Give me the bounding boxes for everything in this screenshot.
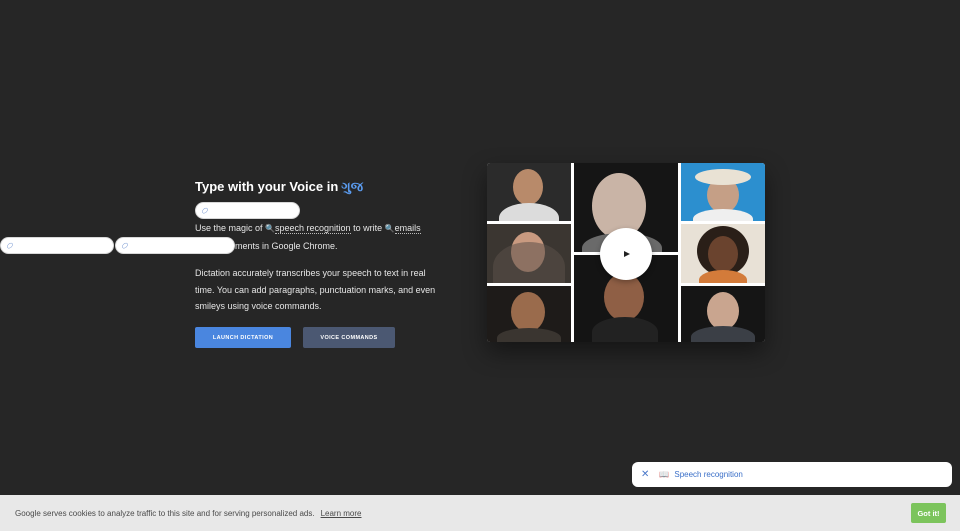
tag-pill-3[interactable]: ⬭	[115, 237, 235, 254]
speech-recognition-chip[interactable]: ✕ 📖 Speech recognition	[632, 462, 952, 487]
launch-dictation-button[interactable]: LAUNCH DICTATION	[195, 327, 291, 348]
tag-icon: ⬭	[199, 204, 211, 216]
close-icon[interactable]: ✕	[641, 469, 649, 480]
search-icon: 🔍	[384, 224, 395, 233]
play-button[interactable]	[600, 228, 652, 280]
cookie-banner: Google serves cookies to analyze traffic…	[0, 495, 960, 531]
portrait-tile	[681, 286, 765, 342]
hero-title: Type with your Voice in ગુજ	[195, 179, 363, 195]
intro-prefix: Use the magic of	[195, 223, 263, 233]
intro-middle: to write	[353, 223, 383, 233]
got-it-button[interactable]: Got it!	[911, 503, 946, 523]
portrait-tile	[487, 163, 571, 221]
tag-icon: ⬭	[119, 239, 131, 251]
portrait-tile	[681, 163, 765, 221]
portrait-tile	[487, 224, 571, 283]
play-icon	[624, 251, 630, 257]
search-icon: 🔍	[265, 224, 276, 233]
speech-recognition-link[interactable]: speech recognition	[275, 223, 351, 234]
emails-link[interactable]: emails	[394, 223, 421, 234]
voice-commands-button[interactable]: VOICE COMMANDS	[303, 327, 395, 348]
portrait-tile	[681, 224, 765, 283]
tag-pill-1[interactable]: ⬭	[195, 202, 300, 219]
cookie-text: Google serves cookies to analyze traffic…	[15, 508, 315, 518]
dictation-paragraph: Dictation accurately transcribes your sp…	[195, 268, 436, 311]
tag-icon: ⬭	[4, 239, 16, 251]
hero-title-text: Type with your Voice in	[195, 179, 339, 194]
learn-more-link[interactable]: Learn more	[321, 509, 362, 518]
portrait-tile	[487, 286, 571, 342]
language-label[interactable]: ગુજ	[341, 179, 363, 194]
chip-label[interactable]: Speech recognition	[674, 470, 743, 479]
intro-suffix: ments in Google Chrome.	[235, 240, 338, 251]
tag-pill-2[interactable]: ⬭	[0, 237, 114, 254]
book-icon: 📖	[659, 470, 670, 479]
